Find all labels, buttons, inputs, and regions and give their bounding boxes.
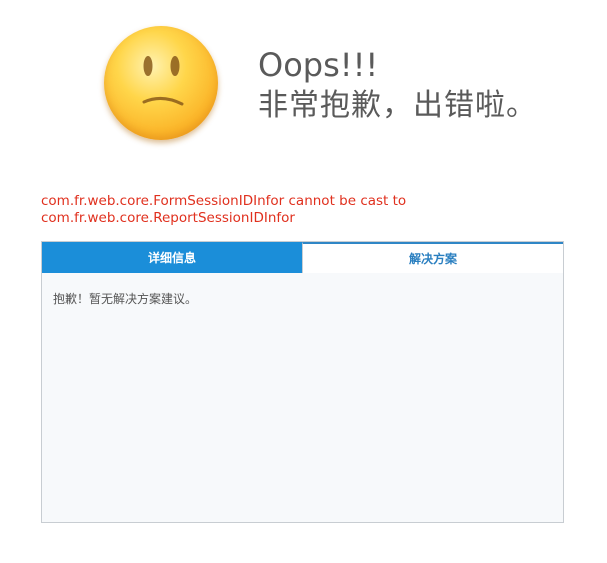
page-subtitle: 非常抱歉，出错啦。	[258, 88, 537, 123]
right-eye	[170, 56, 180, 76]
error-line-1: com.fr.web.core.FormSessionIDInfor canno…	[41, 193, 407, 209]
tab-content-text: 抱歉！暂无解决方案建议。	[53, 292, 198, 306]
sad-face-icon	[104, 26, 218, 140]
error-line-2: com.fr.web.core.ReportSessionIDInfor	[41, 210, 295, 226]
error-detail-panel: 详细信息 解决方案 抱歉！暂无解决方案建议。	[41, 241, 564, 523]
left-eye	[143, 56, 153, 76]
sad-face-features	[142, 56, 184, 106]
tab-solutions[interactable]: 解决方案	[302, 242, 563, 273]
frown-mouth	[142, 97, 184, 106]
tab-details[interactable]: 详细信息	[42, 242, 302, 273]
error-message: com.fr.web.core.FormSessionIDInfor canno…	[41, 193, 571, 227]
page-title: Oops!!!	[258, 46, 379, 84]
tab-bar: 详细信息 解决方案	[42, 242, 563, 273]
